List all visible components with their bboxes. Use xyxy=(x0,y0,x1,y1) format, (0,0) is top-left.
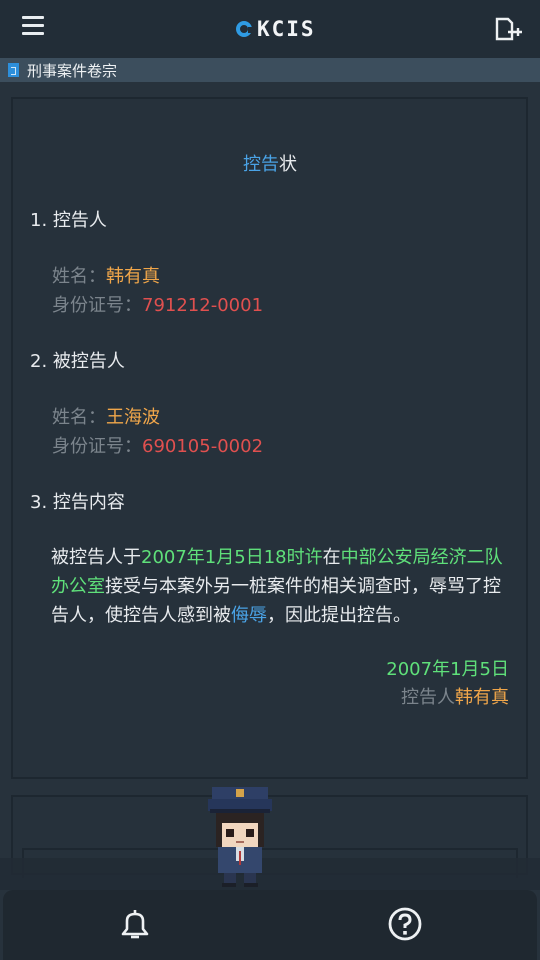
complaint-content: 被控告人于2007年1月5日18时许在中部公安局经济二队办公室接受与本案外另一桩… xyxy=(51,543,511,630)
accused-name[interactable]: 王海波 xyxy=(106,407,160,428)
help-icon[interactable] xyxy=(387,906,423,942)
complainant-name-row: 姓名：韩有真 xyxy=(52,262,160,288)
top-bar: KCIS xyxy=(0,0,540,58)
id-label: 身份证号： xyxy=(52,436,142,457)
accused-id[interactable]: 690105-0002 xyxy=(142,436,263,457)
signature: 控告人韩有真 xyxy=(401,683,509,709)
name-label: 姓名： xyxy=(52,407,106,428)
section-complainant: 1. 控告人 xyxy=(30,210,107,231)
logo-mark-icon xyxy=(236,21,254,37)
document-title: 控告状 xyxy=(0,150,540,176)
breadcrumb-label: 刑事案件卷宗 xyxy=(27,61,118,80)
title-highlight: 控告 xyxy=(243,154,279,175)
document-icon xyxy=(8,63,19,77)
menu-icon[interactable] xyxy=(22,16,44,38)
police-officer-avatar[interactable] xyxy=(202,781,278,889)
id-label: 身份证号： xyxy=(52,295,142,316)
section-accused: 2. 被控告人 xyxy=(30,351,125,372)
bell-icon[interactable] xyxy=(118,907,152,941)
app-logo: KCIS xyxy=(236,17,316,41)
content-text: ，因此提出控告。 xyxy=(267,605,411,626)
name-label: 姓名： xyxy=(52,266,106,287)
accused-name-row: 姓名：王海波 xyxy=(52,403,160,429)
bottom-bar xyxy=(3,890,537,960)
complainant-id[interactable]: 791212-0001 xyxy=(142,295,263,316)
document-date[interactable]: 2007年1月5日 xyxy=(386,655,509,681)
logo-text: KCIS xyxy=(257,17,316,41)
complainant-id-row: 身份证号：791212-0001 xyxy=(52,291,263,317)
signer-label: 控告人 xyxy=(401,687,455,708)
signer-name[interactable]: 韩有真 xyxy=(455,687,509,708)
content-text: 被控告人于 xyxy=(51,547,141,568)
section-content: 3. 控告内容 xyxy=(30,492,125,513)
incident-time[interactable]: 2007年1月5日18时许 xyxy=(141,547,323,568)
complainant-name[interactable]: 韩有真 xyxy=(106,266,160,287)
breadcrumb: 刑事案件卷宗 xyxy=(0,58,540,82)
export-icon[interactable] xyxy=(494,16,524,42)
title-rest: 状 xyxy=(279,154,297,175)
accused-id-row: 身份证号：690105-0002 xyxy=(52,432,263,458)
content-text: 在 xyxy=(322,547,341,568)
insult-keyword[interactable]: 侮辱 xyxy=(231,605,267,626)
